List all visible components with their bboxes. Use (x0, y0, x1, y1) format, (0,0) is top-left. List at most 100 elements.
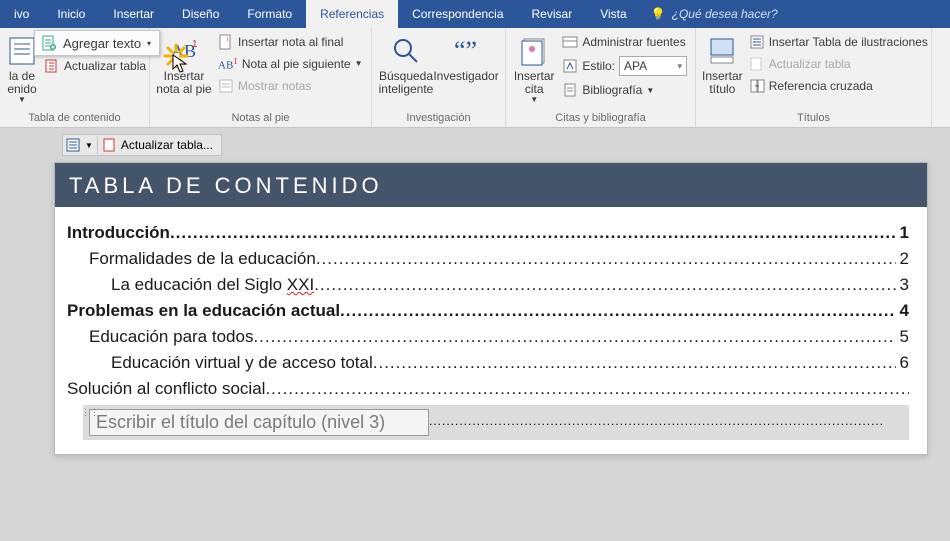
cross-reference-button[interactable]: Referencia cruzada (747, 76, 930, 96)
add-text-icon (41, 35, 57, 51)
style-icon (562, 58, 578, 74)
tab-correspondencia[interactable]: Correspondencia (398, 0, 517, 28)
update-table-figures-label: Actualizar tabla (769, 57, 851, 71)
toc-field-toolbar[interactable]: ▼ Actualizar tabla... (62, 134, 222, 156)
style-label: Estilo: (582, 59, 615, 73)
spelling-error: XXI (287, 275, 314, 294)
insert-table-figures-label: Insertar Tabla de ilustraciones (769, 35, 928, 49)
toc-placeholder-row[interactable]: ⋮⋮ Escribir el título del capítulo (nive… (83, 405, 909, 440)
footnote-icon: AB1 (168, 34, 200, 68)
toc-title: TABLA DE CONTENIDO (55, 163, 927, 207)
next-footnote-button[interactable]: AB1 Nota al pie siguiente ▼ (216, 54, 365, 74)
tell-me-search[interactable]: 💡 ¿Qué desea hacer? (651, 0, 778, 28)
citation-style-select[interactable]: APA (619, 56, 687, 76)
insert-citation-button[interactable]: Insertar cita ▼ (512, 30, 556, 105)
toc-leader (316, 249, 896, 269)
toc-entry-text: Educación para todos (89, 327, 253, 347)
toc-body: Introducción 1 Formalidades de la educac… (55, 207, 927, 454)
researcher-button[interactable]: “” Investigador (438, 30, 494, 83)
document-area: ▼ Actualizar tabla... TABLA DE CONTENIDO… (0, 128, 950, 541)
group-label-research: Investigación (378, 110, 499, 127)
toc-entry[interactable]: Educación para todos 5 (67, 327, 909, 347)
table-figures-icon (749, 34, 765, 50)
insert-footnote-button[interactable]: AB1 Insertar nota al pie (156, 30, 212, 96)
refresh-icon (102, 137, 118, 153)
toc-leader (314, 275, 895, 295)
citation-style-value: APA (624, 59, 647, 73)
insert-endnote-label: Insertar nota al final (238, 35, 343, 49)
smart-lookup-button[interactable]: Búsqueda inteligente (378, 30, 434, 96)
chevron-down-icon: ▼ (18, 96, 26, 105)
toc-leader (170, 223, 896, 243)
toc-entry-text: Formalidades de la educación (89, 249, 316, 269)
endnote-icon: i (218, 34, 234, 50)
refresh-icon (44, 58, 60, 74)
tab-revisar[interactable]: Revisar (518, 0, 587, 28)
tab-archivo[interactable]: ivo (0, 0, 43, 28)
chevron-down-icon: ▼ (85, 141, 93, 150)
content-control-handle[interactable]: ⋮⋮ (81, 407, 99, 418)
toc-entry-text: Educación virtual y de acceso total (111, 353, 373, 373)
tab-diseno[interactable]: Diseño (168, 0, 233, 28)
toc-entry-page: 3 (896, 275, 909, 295)
toc-placeholder-input[interactable]: Escribir el título del capítulo (nivel 3… (89, 409, 429, 436)
caption-icon (706, 34, 738, 68)
manage-sources-button[interactable]: Administrar fuentes (560, 32, 689, 52)
toc-leader (253, 327, 895, 347)
manage-sources-icon (562, 34, 578, 50)
chevron-down-icon: ▼ (646, 86, 654, 95)
toc-entry-page: 5 (896, 327, 909, 347)
add-text-label: Agregar texto (63, 36, 141, 51)
toc-entry[interactable]: Introducción 1 (67, 223, 909, 243)
svg-text:1: 1 (192, 39, 198, 50)
ribbon-tabs: ivo Inicio Insertar Diseño Formato Refer… (0, 0, 950, 28)
bibliography-icon (562, 82, 578, 98)
tab-referencias[interactable]: Referencias (306, 0, 398, 28)
tab-formato[interactable]: Formato (233, 0, 306, 28)
bibliography-button[interactable]: Bibliografía ▼ (560, 80, 689, 100)
update-table-field-button[interactable]: Actualizar tabla... (97, 136, 217, 154)
toc-button-label: la de enido (7, 70, 36, 96)
toc-entry-text: Solución al conflicto social (67, 379, 265, 399)
toc-entry[interactable]: La educación del Siglo XXI 3 (67, 275, 909, 295)
toc-leader (340, 301, 895, 321)
toc-leader (373, 353, 896, 373)
citation-icon (518, 34, 550, 68)
toc-entry-page: 2 (896, 249, 909, 269)
toc-leader (429, 414, 883, 428)
tab-inicio[interactable]: Inicio (43, 0, 99, 28)
toc-entry-page: 1 (896, 223, 909, 243)
smart-lookup-label: Búsqueda inteligente (378, 70, 434, 96)
add-text-dropdown[interactable]: Agregar texto ▾ (34, 30, 160, 56)
group-label-toc: Tabla de contenido (6, 110, 143, 127)
toc-entry[interactable]: Educación virtual y de acceso total 6 (67, 353, 909, 373)
svg-text:i: i (227, 37, 228, 43)
insert-table-figures-button[interactable]: Insertar Tabla de ilustraciones (747, 32, 930, 52)
next-footnote-label: Nota al pie siguiente (242, 57, 351, 71)
lightbulb-icon: 💡 (651, 7, 666, 21)
toc-entry-text: La educación del Siglo XXI (111, 275, 314, 295)
toc-entry[interactable]: Problemas en la educación actual 4 (67, 301, 909, 321)
tab-vista[interactable]: Vista (586, 0, 640, 28)
insert-endnote-button[interactable]: i Insertar nota al final (216, 32, 365, 52)
show-notes-icon (218, 78, 234, 94)
magnifier-icon (390, 34, 422, 68)
toc-entry-page: 6 (896, 353, 909, 373)
tab-insertar[interactable]: Insertar (99, 0, 168, 28)
insert-caption-button[interactable]: Insertar título (702, 30, 743, 96)
toc-entry-text: Introducción (67, 223, 170, 243)
show-notes-label: Mostrar notas (238, 79, 311, 93)
update-table-field-label: Actualizar tabla... (121, 138, 213, 152)
cross-reference-label: Referencia cruzada (769, 79, 873, 93)
svg-text:“”: “” (454, 36, 477, 65)
update-table-figures-button: Actualizar tabla (747, 54, 930, 74)
chevron-down-icon: ▼ (355, 59, 363, 68)
toc-entry[interactable]: Formalidades de la educación 2 (67, 249, 909, 269)
manage-sources-label: Administrar fuentes (582, 35, 685, 49)
update-toc-label: Actualizar tabla (64, 59, 146, 73)
quote-icon: “” (450, 34, 482, 68)
group-label-footnotes: Notas al pie (156, 110, 365, 127)
document-page[interactable]: TABLA DE CONTENIDO Introducción 1 Formal… (54, 162, 928, 455)
toc-entry[interactable]: Solución al conflicto social (67, 379, 909, 399)
update-toc-button[interactable]: Actualizar tabla (42, 56, 148, 76)
